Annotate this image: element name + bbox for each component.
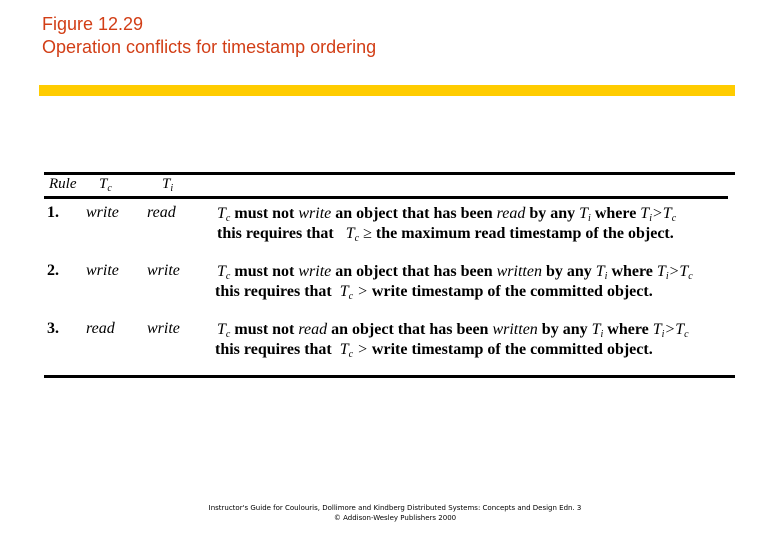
tc-operation: write [86,204,119,221]
must-not-text: must not [234,205,295,222]
rule-number: 3. [47,320,59,337]
requires-text: this requires that [215,283,332,300]
by-operation-text: written [492,321,538,338]
ti-symbol: Ti [579,205,591,224]
by-any-text: by any [545,263,592,280]
object-text: an object that has been [335,205,493,222]
accent-bar [39,85,735,96]
where-text: where [594,205,637,222]
tc-symbol: Tc [345,225,360,244]
tc-symbol: Tc [339,341,354,360]
slide-title: Figure 12.29 Operation conflicts for tim… [42,13,376,59]
relation-symbol: > [357,283,368,300]
figure-caption: Operation conflicts for timestamp orderi… [42,37,377,57]
object-text: an object that has been [331,321,489,338]
footer-copyright: © Addison-Wesley Publishers 2000 [333,514,457,522]
operation-text: write [298,263,332,280]
where-text: where [611,263,653,280]
ti-operation: write [147,262,180,279]
tc-operation: read [86,320,115,337]
object-text: an object that has been [335,263,493,280]
rule-number: 2. [47,262,59,279]
requirement-text: write timestamp of the committed object. [371,283,653,300]
requires-text: this requires that [215,341,332,358]
relation-symbol: > [357,341,368,358]
ti-symbol: Ti [595,263,608,282]
operation-text: write [298,205,332,222]
by-any-text: by any [529,205,576,222]
header-ti: Ti [162,176,173,194]
requirement-text: the maximum read timestamp of the object… [375,225,674,242]
header-ti-subscript: i [170,183,174,194]
ti-operation: write [147,320,180,337]
header-tc: Tc [99,176,112,194]
rule-description-line2: this requires that Tc ≥ the maximum read… [217,224,674,249]
tc-symbol: Tc [217,263,231,282]
tc-operation: write [86,262,119,279]
footer-citation: Instructor's Guide for Coulouris, Dollim… [208,504,582,512]
by-operation-text: written [496,263,542,280]
table-bottom-rule [44,375,735,378]
tc-symbol: Tc [217,321,231,340]
header-tc-subscript: c [107,183,112,194]
operation-text: read [298,321,328,338]
header-rule: Rule [49,176,77,192]
ti-operation: read [147,204,176,221]
rule-description-line2: this requires that Tc > write timestamp … [215,282,653,307]
requires-text: this requires that [217,225,334,242]
rule-description-line2: this requires that Tc > write timestamp … [215,340,653,365]
table-header-rule [44,196,728,199]
must-not-text: must not [234,321,295,338]
condition: Ti>Tc [656,263,693,282]
where-text: where [607,321,649,338]
by-any-text: by any [541,321,588,338]
by-operation-text: read [496,205,526,222]
ti-symbol: Ti [591,321,604,340]
must-not-text: must not [234,263,295,280]
condition: Ti>Tc [652,321,689,340]
requirement-text: write timestamp of the committed object. [371,341,653,358]
tc-symbol: Tc [217,205,231,224]
condition: Ti>Tc [640,205,677,224]
relation-symbol: ≥ [363,225,372,242]
figure-number: Figure 12.29 [42,14,144,34]
rule-number: 1. [47,204,59,221]
footer: Instructor's Guide for Coulouris, Dollim… [5,503,780,523]
tc-symbol: Tc [339,283,354,302]
table-top-rule [44,172,735,175]
